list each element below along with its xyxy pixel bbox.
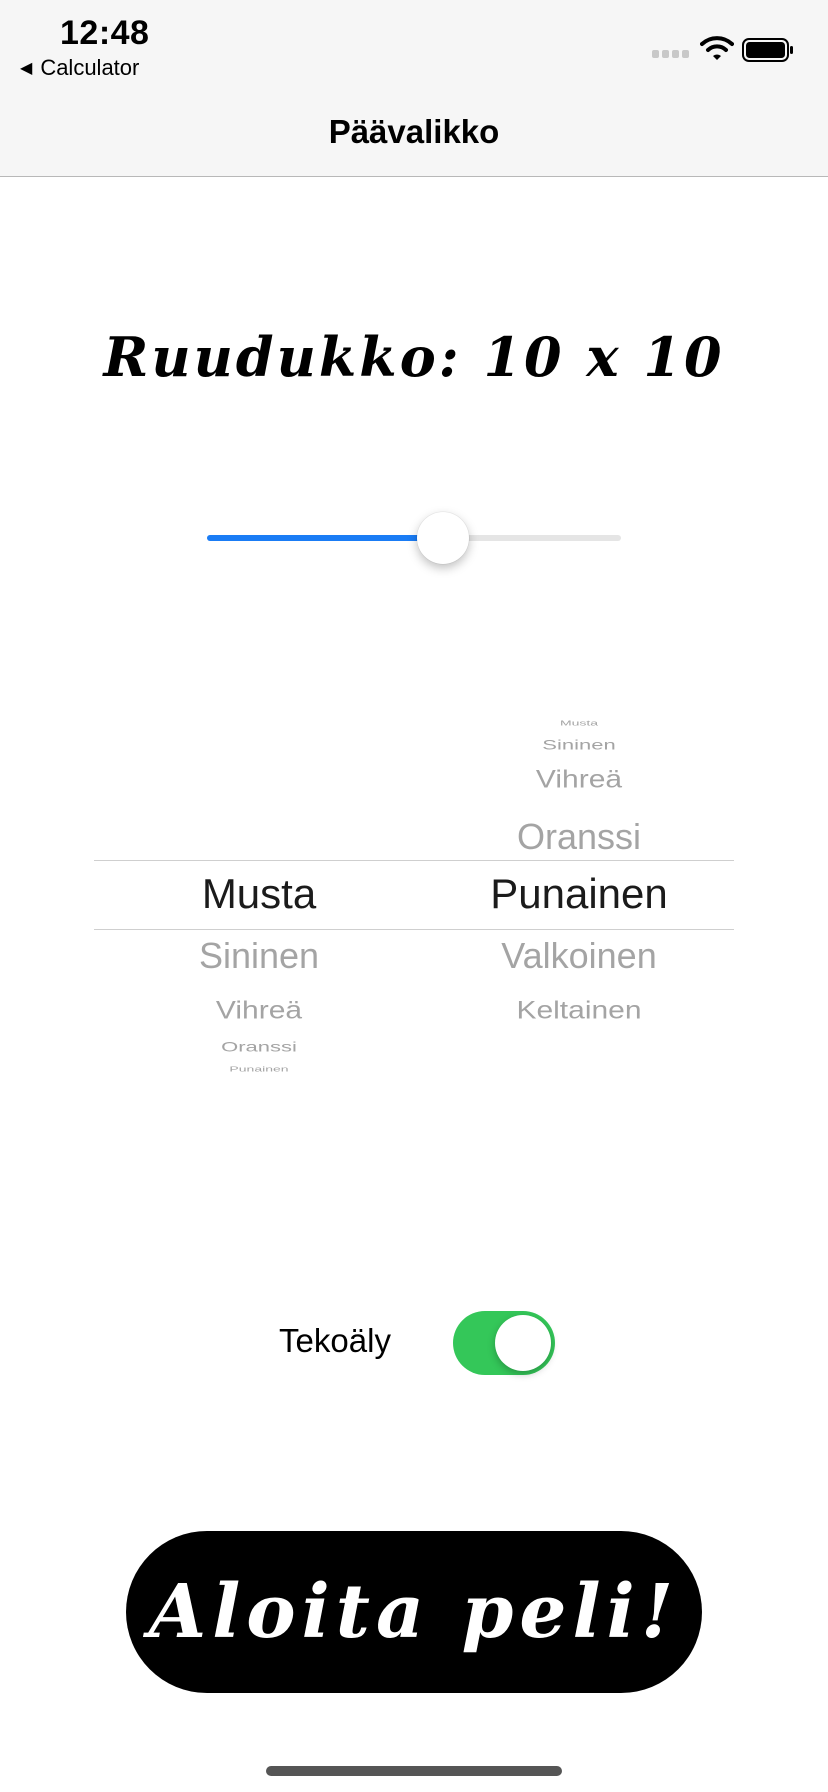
picker-item[interactable]: Musta (424, 718, 734, 727)
home-indicator[interactable] (266, 1766, 562, 1776)
wifi-icon (700, 36, 734, 60)
start-game-label: Aloita peli! (148, 1569, 680, 1655)
picker-column-player-color[interactable]: Musta Sininen Vihreä Oranssi Punainen (94, 712, 424, 1072)
picker-item[interactable]: Punainen (94, 1064, 424, 1072)
picker-item[interactable]: Sininen (424, 737, 734, 753)
picker-item[interactable]: Sininen (94, 935, 424, 977)
page-title: Päävalikko (328, 113, 500, 150)
picker-item[interactable]: Oranssi (424, 816, 734, 858)
picker-item[interactable]: Vihreä (424, 766, 734, 794)
picker-item[interactable]: Vihreä (94, 997, 424, 1025)
cellular-signal-icon (652, 50, 692, 60)
picker-selected-item[interactable]: Punainen (424, 870, 734, 918)
back-app-label: Calculator (40, 55, 140, 80)
grid-size-heading: Ruudukko: 10 x 10 (103, 325, 725, 389)
start-game-button[interactable]: Aloita peli! (126, 1531, 702, 1693)
ai-toggle-label: Tekoäly (279, 1322, 391, 1359)
back-arrow-icon: ◀ (20, 60, 33, 77)
toggle-thumb (495, 1315, 551, 1371)
grid-size-slider[interactable] (207, 512, 621, 564)
slider-thumb[interactable] (416, 512, 469, 564)
back-to-app-link[interactable]: ◀ Calculator (20, 55, 139, 81)
picker-item[interactable]: Keltainen (424, 997, 734, 1025)
battery-icon (742, 38, 793, 62)
picker-column-opponent-color[interactable]: Punainen Valkoinen Keltainen Musta Sininen Vi… (424, 712, 734, 1072)
status-time: 12:48 (60, 14, 150, 52)
ai-toggle[interactable] (453, 1311, 555, 1375)
picker-selected-item[interactable]: Musta (94, 870, 424, 918)
color-picker[interactable]: Musta Sininen Vihreä Oranssi Punainen Punain… (94, 712, 734, 1072)
picker-item[interactable]: Valkoinen (424, 935, 734, 977)
slider-fill (207, 535, 443, 541)
picker-item[interactable]: Oranssi (94, 1039, 424, 1055)
